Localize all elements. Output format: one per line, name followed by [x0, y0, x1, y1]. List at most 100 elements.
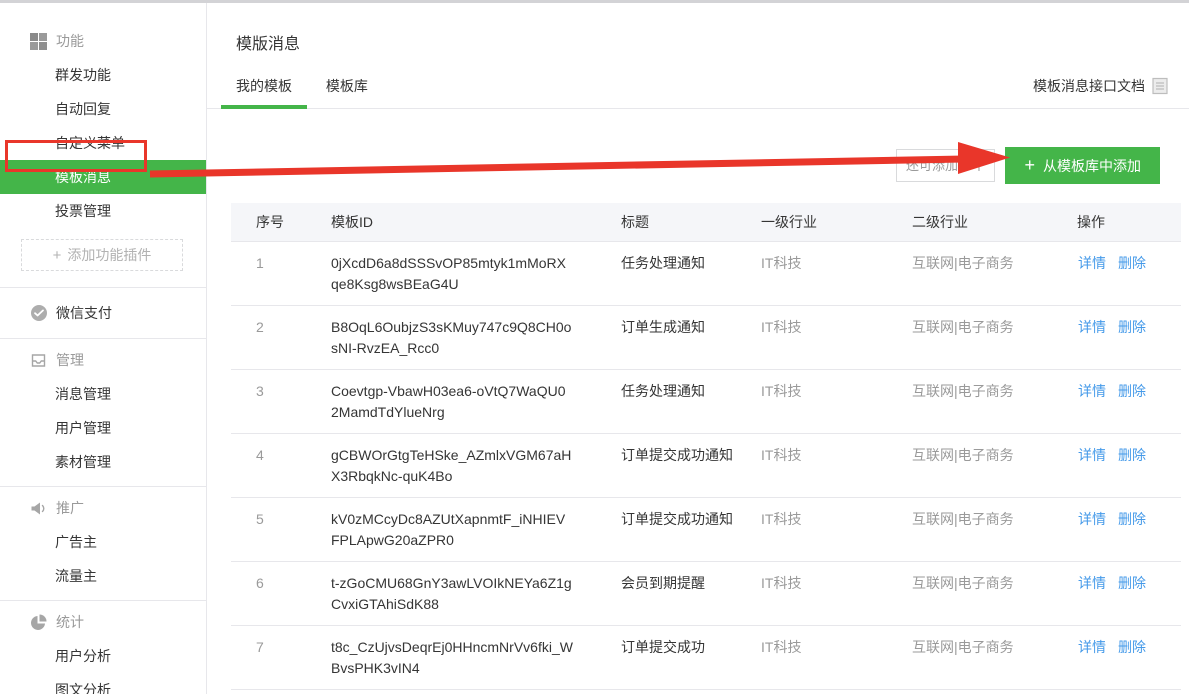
- megaphone-icon: [30, 500, 47, 517]
- tab-bar: 我的模板 模板库 模板消息接口文档: [207, 76, 1189, 109]
- delete-link[interactable]: 删除: [1118, 319, 1146, 335]
- sidebar-section-stats: 统计: [0, 605, 206, 639]
- row-index: 2: [231, 305, 331, 369]
- secondary-industry: 互联网|电子商务: [912, 497, 1077, 561]
- toolbar: 还可添加18个 + 从模板库中添加: [207, 147, 1160, 184]
- detail-link[interactable]: 详情: [1078, 639, 1106, 655]
- tab-template-library[interactable]: 模板库: [311, 76, 383, 109]
- detail-link[interactable]: 详情: [1078, 447, 1106, 463]
- template-title: 订单提交成功: [621, 625, 761, 689]
- table-row: 4 gCBWOrGtgTeHSke_AZmlxVGM67aHX3RbqkNc-q…: [231, 433, 1181, 497]
- template-id: 0jXcdD6a8dSSSvOP85mtyk1mMoRXqe8Ksg8wsBEa…: [331, 241, 621, 305]
- template-id: Coevtgp-VbawH03ea6-oVtQ7WaQU02MamdTdYlue…: [331, 369, 621, 433]
- table-row: 5 kV0zMCcyDc8AZUtXapnmtF_iNHIEVFPLApwG20…: [231, 497, 1181, 561]
- col-header-title: 标题: [621, 203, 761, 241]
- template-table: 序号 模板ID 标题 一级行业 二级行业 操作 1 0jXcdD6a8dSSSv…: [231, 203, 1181, 690]
- secondary-industry: 互联网|电子商务: [912, 369, 1077, 433]
- primary-industry: IT科技: [761, 369, 912, 433]
- template-api-doc-link[interactable]: 模板消息接口文档: [1033, 76, 1168, 96]
- add-from-library-button[interactable]: + 从模板库中添加: [1005, 147, 1160, 184]
- delete-link[interactable]: 删除: [1118, 575, 1146, 591]
- detail-link[interactable]: 详情: [1078, 255, 1106, 271]
- sidebar-item-mass-send[interactable]: 群发功能: [0, 58, 206, 92]
- table-row: 1 0jXcdD6a8dSSSvOP85mtyk1mMoRXqe8Ksg8wsB…: [231, 241, 1181, 305]
- template-title: 任务处理通知: [621, 369, 761, 433]
- row-index: 6: [231, 561, 331, 625]
- add-button-label: 从模板库中添加: [1043, 156, 1141, 176]
- sidebar-item-user-analysis[interactable]: 用户分析: [0, 639, 206, 673]
- plus-icon: +: [53, 247, 62, 264]
- sidebar-section-features: 功能: [0, 24, 206, 58]
- detail-link[interactable]: 详情: [1078, 383, 1106, 399]
- sidebar-item-template-message[interactable]: 模板消息: [0, 160, 206, 194]
- template-title: 订单生成通知: [621, 305, 761, 369]
- col-header-primary-industry: 一级行业: [761, 203, 912, 241]
- sidebar-item-user-manage[interactable]: 用户管理: [0, 411, 206, 445]
- grid-icon: [30, 33, 47, 50]
- sidebar-item-auto-reply[interactable]: 自动回复: [0, 92, 206, 126]
- detail-link[interactable]: 详情: [1078, 511, 1106, 527]
- table-row: 3 Coevtgp-VbawH03ea6-oVtQ7WaQU02MamdTdYl…: [231, 369, 1181, 433]
- add-plugin-button[interactable]: + 添加功能插件: [21, 239, 183, 271]
- template-id: kV0zMCcyDc8AZUtXapnmtF_iNHIEVFPLApwG20aZ…: [331, 497, 621, 561]
- template-title: 任务处理通知: [621, 241, 761, 305]
- sidebar-item-advertiser[interactable]: 广告主: [0, 525, 206, 559]
- main-content: 模版消息 我的模板 模板库 模板消息接口文档 还可添加18个 + 从模板库中添加: [207, 3, 1189, 694]
- delete-link[interactable]: 删除: [1118, 383, 1146, 399]
- primary-industry: IT科技: [761, 433, 912, 497]
- wechat-pay-label: 微信支付: [56, 303, 112, 323]
- secondary-industry: 互联网|电子商务: [912, 241, 1077, 305]
- delete-link[interactable]: 删除: [1118, 511, 1146, 527]
- secondary-industry: 互联网|电子商务: [912, 625, 1077, 689]
- primary-industry: IT科技: [761, 561, 912, 625]
- template-title: 会员到期提醒: [621, 561, 761, 625]
- row-index: 1: [231, 241, 331, 305]
- template-id: gCBWOrGtgTeHSke_AZmlxVGM67aHX3RbqkNc-quK…: [331, 433, 621, 497]
- delete-link[interactable]: 删除: [1118, 447, 1146, 463]
- template-id: t8c_CzUjvsDeqrEj0HHncmNrVv6fki_WBvsPHK3v…: [331, 625, 621, 689]
- table-header-row: 序号 模板ID 标题 一级行业 二级行业 操作: [231, 203, 1181, 241]
- sidebar-item-material-manage[interactable]: 素材管理: [0, 445, 206, 479]
- secondary-industry: 互联网|电子商务: [912, 305, 1077, 369]
- sidebar-item-custom-menu[interactable]: 自定义菜单: [0, 126, 206, 160]
- col-header-actions: 操作: [1077, 203, 1181, 241]
- tab-my-templates[interactable]: 我的模板: [221, 76, 307, 109]
- sidebar-item-wechat-pay[interactable]: 微信支付: [0, 288, 206, 338]
- primary-industry: IT科技: [761, 305, 912, 369]
- template-id: t-zGoCMU68GnY3awLVOIkNEYa6Z1gCvxiGTAhiSd…: [331, 561, 621, 625]
- sidebar-item-vote-manage[interactable]: 投票管理: [0, 194, 206, 228]
- delete-link[interactable]: 删除: [1118, 639, 1146, 655]
- secondary-industry: 互联网|电子商务: [912, 433, 1077, 497]
- section-label: 统计: [56, 612, 84, 632]
- section-label: 功能: [56, 31, 84, 51]
- col-header-index: 序号: [231, 203, 331, 241]
- col-header-secondary-industry: 二级行业: [912, 203, 1077, 241]
- sidebar-item-article-analysis[interactable]: 图文分析: [0, 673, 206, 694]
- row-index: 7: [231, 625, 331, 689]
- template-id: B8OqL6OubjzS3sKMuy747c9Q8CH0osNI-RvzEA_R…: [331, 305, 621, 369]
- doc-link-label: 模板消息接口文档: [1033, 76, 1145, 96]
- table-row: 7 t8c_CzUjvsDeqrEj0HHncmNrVv6fki_WBvsPHK…: [231, 625, 1181, 689]
- plus-icon: +: [1024, 155, 1035, 176]
- template-title: 订单提交成功通知: [621, 497, 761, 561]
- document-icon: [1152, 77, 1168, 95]
- sidebar-item-message-manage[interactable]: 消息管理: [0, 377, 206, 411]
- row-index: 5: [231, 497, 331, 561]
- sidebar-section-promotion: 推广: [0, 491, 206, 525]
- delete-link[interactable]: 删除: [1118, 255, 1146, 271]
- primary-industry: IT科技: [761, 241, 912, 305]
- col-header-template-id: 模板ID: [331, 203, 621, 241]
- section-label: 管理: [56, 350, 84, 370]
- detail-link[interactable]: 详情: [1078, 319, 1106, 335]
- secondary-industry: 互联网|电子商务: [912, 561, 1077, 625]
- pie-chart-icon: [30, 614, 47, 631]
- quota-remaining-tip: 还可添加18个: [896, 149, 995, 182]
- page-title: 模版消息: [207, 3, 1189, 54]
- detail-link[interactable]: 详情: [1078, 575, 1106, 591]
- row-index: 3: [231, 369, 331, 433]
- primary-industry: IT科技: [761, 497, 912, 561]
- add-plugin-label: 添加功能插件: [67, 245, 151, 265]
- table-row: 6 t-zGoCMU68GnY3awLVOIkNEYa6Z1gCvxiGTAhi…: [231, 561, 1181, 625]
- wechat-pay-icon: [30, 304, 48, 322]
- sidebar-item-traffic-owner[interactable]: 流量主: [0, 559, 206, 593]
